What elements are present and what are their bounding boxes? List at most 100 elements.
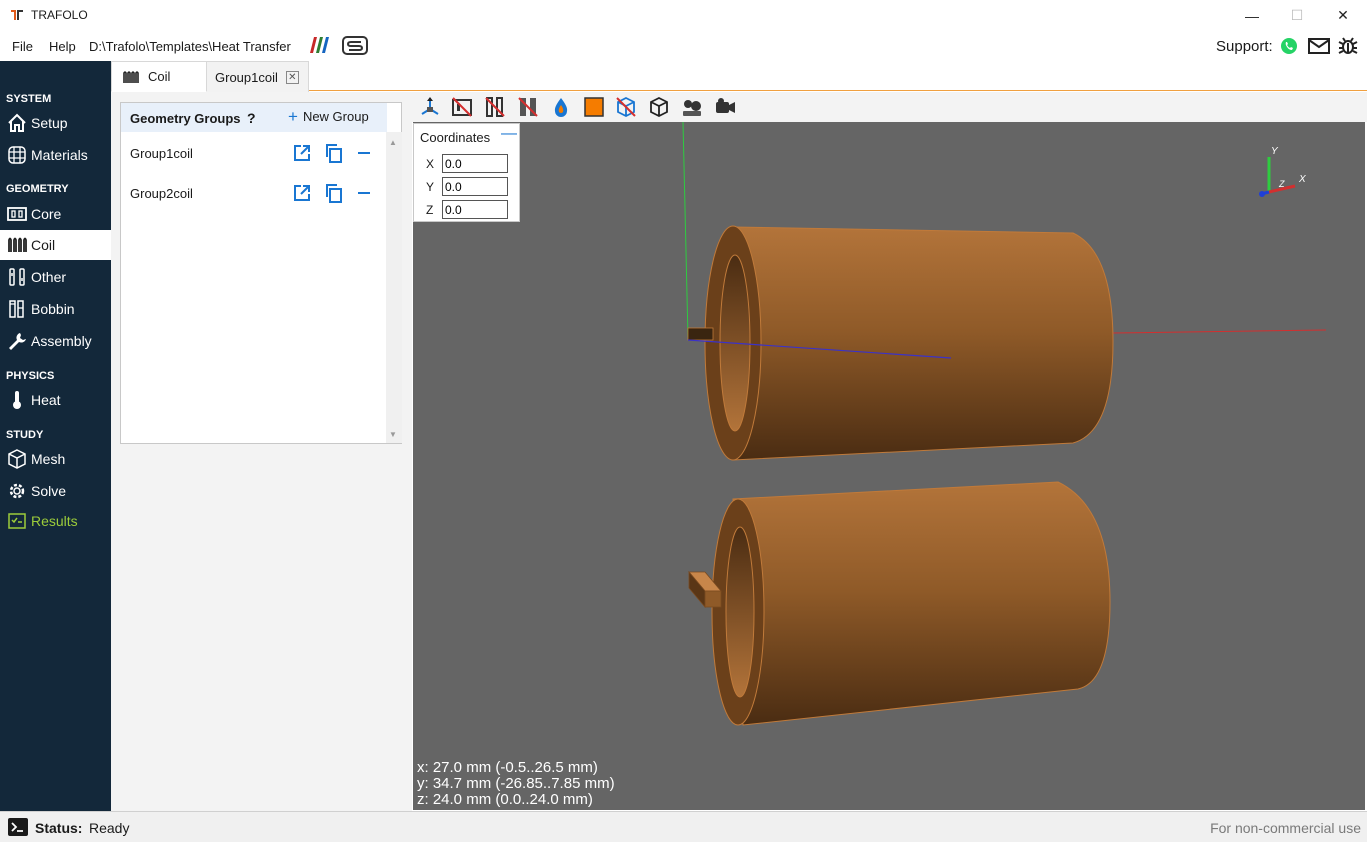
title-bar: TRAFOLO — ☐ ✕ [0, 0, 1367, 31]
open-external-icon[interactable] [292, 143, 312, 163]
coord-x-input[interactable] [442, 154, 508, 173]
scrollbar[interactable]: ▲ ▼ [386, 132, 402, 443]
sidebar-item-other[interactable]: Other [0, 262, 111, 292]
dimension-x: x: 27.0 mm (-0.5..26.5 mm) [417, 759, 598, 776]
sidebar-item-assembly[interactable]: Assembly [0, 326, 111, 356]
matlab-stripes-icon[interactable] [306, 37, 330, 53]
sidebar-item-label: Bobbin [31, 301, 75, 317]
tab-group1coil[interactable]: Group1coil ✕ [207, 61, 309, 92]
home-icon [6, 112, 28, 134]
hide-mesh-icon[interactable] [614, 95, 638, 119]
dimension-y: y: 34.7 mm (-26.85..7.85 mm) [417, 775, 615, 792]
maximize-button[interactable]: ☐ [1274, 0, 1320, 31]
core-icon [6, 203, 28, 225]
open-external-icon[interactable] [292, 183, 312, 203]
remove-icon[interactable] [354, 183, 374, 203]
collapse-icon[interactable]: — [501, 125, 517, 143]
orientation-triad [1259, 157, 1296, 197]
group-name: Group1coil [130, 146, 193, 161]
scroll-down-icon[interactable]: ▼ [389, 430, 397, 439]
tab-bar: Coil Group1coil ✕ [111, 61, 1367, 92]
triad-z-label: Z [1279, 179, 1285, 189]
mesh-cube-icon [6, 448, 28, 470]
sidebar-item-label: Assembly [31, 333, 92, 349]
scroll-up-icon[interactable]: ▲ [389, 138, 397, 147]
section-system: SYSTEM [6, 93, 52, 105]
list-item[interactable]: Group2coil [121, 179, 387, 207]
copy-icon[interactable] [324, 183, 344, 203]
hide-other-icon[interactable] [483, 95, 507, 119]
status-value: Ready [89, 820, 130, 836]
sidebar-item-materials[interactable]: Materials [0, 140, 111, 170]
video-record-icon[interactable] [713, 95, 737, 119]
support-label: Support: [1216, 38, 1273, 55]
sidebar-corner [0, 61, 111, 90]
sidebar-item-results[interactable]: Results [0, 506, 111, 536]
close-tab-icon[interactable]: ✕ [285, 70, 299, 84]
sidebar-item-setup[interactable]: Setup [0, 108, 111, 138]
dimension-z: z: 24.0 mm (0.0..24.0 mm) [417, 791, 593, 808]
sidebar-item-label: Heat [31, 392, 61, 408]
triad-y-label: Y [1271, 146, 1278, 157]
terminal-icon [8, 818, 28, 836]
sidebar-item-coil[interactable]: Coil [0, 230, 111, 260]
solid-view-icon[interactable] [582, 95, 606, 119]
status-bar: Status: Ready For non-commercial use [0, 811, 1367, 842]
sidebar-item-solve[interactable]: Solve [0, 476, 111, 506]
coil-3d-render [682, 122, 1327, 726]
heat-source-icon[interactable] [549, 95, 573, 119]
sidebar-item-label: Solve [31, 483, 67, 499]
geometry-groups-header: Geometry Groups ? + New Group [121, 103, 387, 132]
menu-file[interactable]: File [12, 39, 33, 54]
viewport-toolbar [412, 92, 1367, 122]
tab-coil-label: Coil [148, 69, 171, 84]
app-title: TRAFOLO [31, 8, 88, 22]
screenshot-icon[interactable] [680, 95, 704, 119]
grid-globe-icon [6, 144, 28, 166]
sidebar-item-label: Coil [31, 237, 56, 253]
list-item[interactable]: Group1coil [121, 139, 387, 167]
sidebar-item-core[interactable]: Core [0, 199, 111, 229]
hide-bobbin-icon[interactable] [516, 95, 540, 119]
other-icon [6, 266, 28, 288]
coord-y-input[interactable] [442, 177, 508, 196]
new-group-label: New Group [302, 109, 369, 124]
mail-icon[interactable] [1308, 37, 1330, 55]
geometry-groups-title: Geometry Groups [130, 111, 241, 126]
wireframe-cube-icon[interactable] [647, 95, 671, 119]
close-button[interactable]: ✕ [1320, 0, 1366, 31]
copy-icon[interactable] [324, 143, 344, 163]
status-label: Status: [35, 820, 83, 836]
new-group-button[interactable]: + New Group [288, 106, 369, 126]
bobbin-icon [6, 298, 28, 320]
sidebar-item-mesh[interactable]: Mesh [0, 444, 111, 474]
geometry-groups-panel: Geometry Groups ? + New Group Group1coil… [120, 102, 402, 444]
results-check-icon [6, 510, 28, 532]
sidebar-item-label: Mesh [31, 451, 66, 467]
move-axes-icon[interactable] [418, 95, 442, 119]
help-icon[interactable]: ? [247, 110, 256, 126]
s-logo-icon[interactable] [342, 36, 368, 55]
group-name: Group2coil [130, 186, 193, 201]
3d-viewport[interactable]: Y X Z x: 27.0 mm (-0.5..26.5 mm) y: 34.7… [413, 122, 1365, 810]
menu-bar: File Help D:\Trafolo\Templates\Heat Tran… [0, 31, 1367, 61]
hide-core-icon[interactable] [450, 95, 474, 119]
coord-z-label: Z [426, 203, 434, 217]
sidebar-item-bobbin[interactable]: Bobbin [0, 294, 111, 324]
menu-help[interactable]: Help [49, 39, 76, 54]
tab-coil[interactable]: Coil [111, 61, 207, 92]
bug-report-icon[interactable] [1338, 36, 1358, 56]
sidebar-item-heat[interactable]: Heat [0, 385, 111, 415]
coil-group2 [688, 481, 1111, 726]
whatsapp-icon[interactable] [1280, 37, 1298, 55]
remove-icon[interactable] [354, 143, 374, 163]
sidebar-item-label: Other [31, 269, 67, 285]
section-study: STUDY [6, 429, 44, 441]
plus-icon: + [288, 106, 298, 126]
coord-z-input[interactable] [442, 200, 508, 219]
section-geometry: GEOMETRY [6, 183, 69, 195]
sidebar-item-label: Materials [31, 147, 88, 163]
minimize-button[interactable]: — [1229, 0, 1275, 31]
solve-gear-icon [6, 480, 28, 502]
tab-group1coil-label: Group1coil [215, 69, 278, 85]
